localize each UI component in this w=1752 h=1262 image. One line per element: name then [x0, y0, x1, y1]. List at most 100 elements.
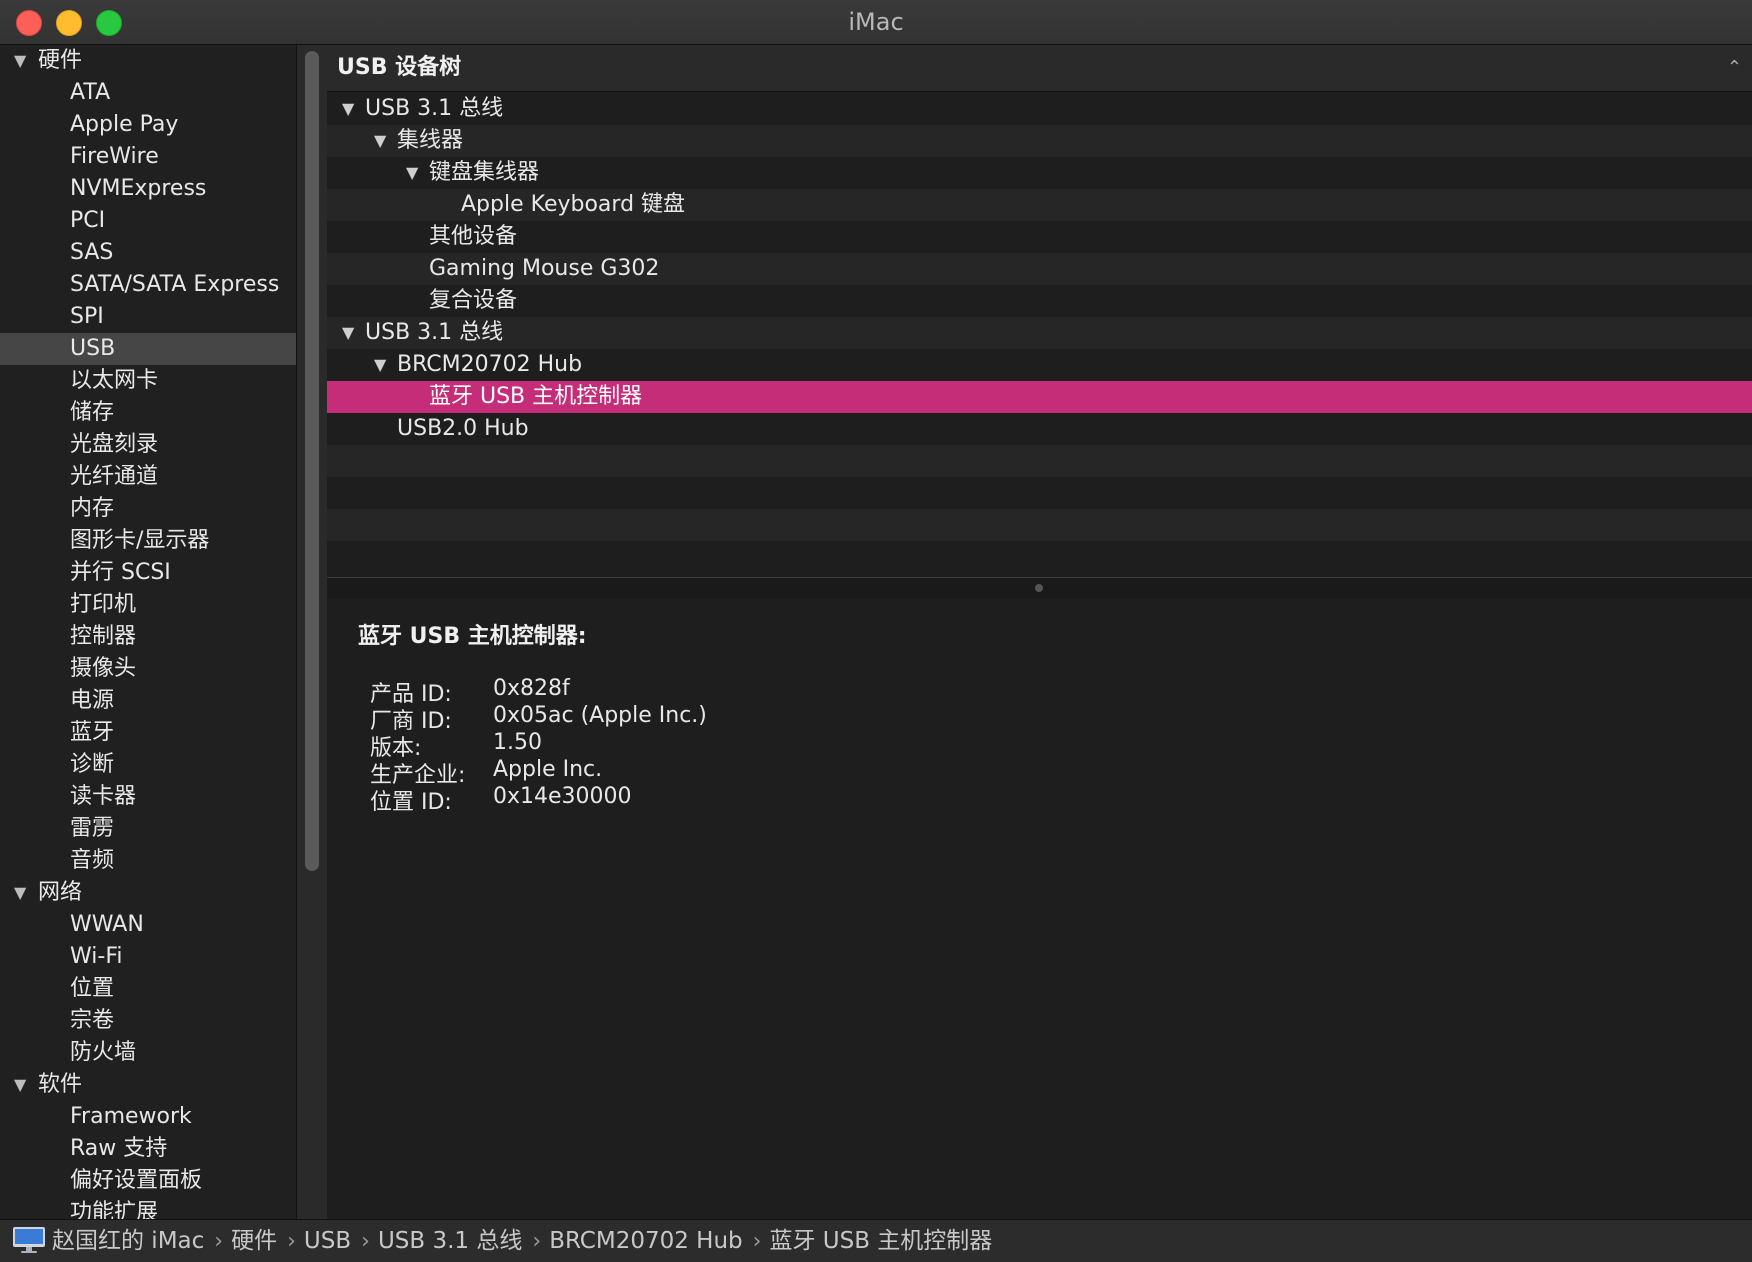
sidebar-scrollbar[interactable] [296, 45, 328, 1219]
sidebar-item-label: ATA [70, 80, 111, 105]
disclosure-triangle-icon[interactable]: ▼ [374, 349, 386, 381]
breadcrumb-item[interactable]: 赵国红的 iMac [52, 1220, 204, 1262]
sidebar-item[interactable]: 读卡器 [0, 781, 296, 813]
sidebar-item-label: 雷雳 [70, 816, 115, 841]
title-bar: iMac [0, 0, 1752, 45]
tree-row-label: USB 3.1 总线 [365, 320, 504, 345]
sidebar-item[interactable]: 光盘刻录 [0, 429, 296, 461]
tree-row[interactable]: 蓝牙 USB 主机控制器 [327, 381, 1752, 413]
sidebar-item[interactable]: 音频 [0, 845, 296, 877]
breadcrumb-item[interactable]: 硬件 [231, 1220, 277, 1262]
tree-header-label: USB 设备树 [337, 55, 462, 80]
sidebar-item-label: 摄像头 [70, 656, 137, 681]
sidebar-item[interactable]: ATA [0, 77, 296, 109]
sidebar-item[interactable]: SATA/SATA Express [0, 269, 296, 301]
sidebar-item[interactable]: 打印机 [0, 589, 296, 621]
sidebar-item-label: 功能扩展 [70, 1200, 159, 1219]
tree-row[interactable]: Apple Keyboard 键盘 [327, 189, 1752, 221]
disclosure-triangle-icon[interactable]: ▼ [342, 317, 354, 349]
tree-row-label: 其他设备 [429, 224, 518, 249]
sidebar-item-label: 位置 [70, 976, 115, 1001]
sidebar-item[interactable]: 摄像头 [0, 653, 296, 685]
sidebar-item[interactable]: PCI [0, 205, 296, 237]
sidebar-item[interactable]: 图形卡/显示器 [0, 525, 296, 557]
pane-splitter[interactable] [327, 577, 1752, 599]
disclosure-triangle-icon[interactable]: ▼ [406, 157, 418, 189]
sidebar-item[interactable]: 蓝牙 [0, 717, 296, 749]
sidebar-section-header[interactable]: ▼ 硬件 [0, 45, 296, 77]
disclosure-triangle-icon[interactable]: ▼ [374, 125, 386, 157]
tree-row-label: 蓝牙 USB 主机控制器 [429, 384, 643, 409]
tree-row[interactable]: 其他设备 [327, 221, 1752, 253]
chevron-right-icon: › [287, 1229, 296, 1254]
sidebar-item[interactable]: 并行 SCSI [0, 557, 296, 589]
tree-row[interactable]: ▼ 键盘集线器 [327, 157, 1752, 189]
sidebar-item[interactable]: USB [0, 333, 296, 365]
disclosure-triangle-icon[interactable]: ▼ [14, 1069, 26, 1101]
sidebar-item-label: NVMExpress [70, 176, 207, 201]
tree-row[interactable]: ▼ BRCM20702 Hub [327, 349, 1752, 381]
disclosure-triangle-icon[interactable]: ▼ [14, 877, 26, 909]
sidebar-item[interactable]: FireWire [0, 141, 296, 173]
sidebar-item-label: 图形卡/显示器 [70, 528, 210, 553]
tree-row-label: Gaming Mouse G302 [429, 256, 660, 281]
sidebar-item[interactable]: Raw 支持 [0, 1133, 296, 1165]
sidebar-item[interactable]: 储存 [0, 397, 296, 429]
sidebar-item[interactable]: 位置 [0, 973, 296, 1005]
splitter-handle[interactable] [1035, 584, 1043, 592]
sidebar-section-header[interactable]: ▼ 网络 [0, 877, 296, 909]
sidebar-item[interactable]: Apple Pay [0, 109, 296, 141]
sidebar-item-label: SPI [70, 304, 104, 329]
sidebar-item[interactable]: 偏好设置面板 [0, 1165, 296, 1197]
usb-device-tree: USB 设备树 ⌃ ▼ USB 3.1 总线 ▼ 集线器 ▼ 键盘集线器 Apple Key… [327, 45, 1752, 577]
sidebar-item[interactable]: Wi-Fi [0, 941, 296, 973]
sidebar-item[interactable]: 以太网卡 [0, 365, 296, 397]
tree-empty-row [327, 445, 1752, 477]
tree-row-label: 复合设备 [429, 288, 518, 313]
sidebar-item[interactable]: SAS [0, 237, 296, 269]
tree-row[interactable]: USB2.0 Hub [327, 413, 1752, 445]
sidebar-item[interactable]: 光纤通道 [0, 461, 296, 493]
breadcrumb-item[interactable]: 蓝牙 USB 主机控制器 [769, 1220, 992, 1262]
property-value: 1.50 [493, 730, 542, 755]
tree-row[interactable]: 复合设备 [327, 285, 1752, 317]
sidebar-item-label: 内存 [70, 496, 115, 521]
sidebar-scroll-thumb[interactable] [305, 51, 319, 871]
disclosure-triangle-icon[interactable]: ▼ [14, 45, 26, 77]
sidebar-item[interactable]: 诊断 [0, 749, 296, 781]
sidebar-item[interactable]: SPI [0, 301, 296, 333]
breadcrumb-item[interactable]: BRCM20702 Hub [549, 1220, 742, 1262]
sidebar-item[interactable]: 电源 [0, 685, 296, 717]
sidebar-item[interactable]: 控制器 [0, 621, 296, 653]
tree-row-label: Apple Keyboard 键盘 [461, 192, 686, 217]
sidebar-item-label: 蓝牙 [70, 720, 115, 745]
breadcrumb-item[interactable]: USB 3.1 总线 [378, 1220, 522, 1262]
chevron-up-icon[interactable]: ⌃ [1727, 45, 1742, 91]
sidebar-item-label: 读卡器 [70, 784, 137, 809]
tree-row[interactable]: ▼ USB 3.1 总线 [327, 93, 1752, 125]
sidebar-item[interactable]: 防火墙 [0, 1037, 296, 1069]
sidebar-item[interactable]: 内存 [0, 493, 296, 525]
status-bar: 赵国红的 iMac › 硬件 › USB › USB 3.1 总线 › BRCM20702 Hu… [0, 1219, 1752, 1262]
sidebar-item-label: 光纤通道 [70, 464, 159, 489]
sidebar-item[interactable]: WWAN [0, 909, 296, 941]
property-value: Apple Inc. [493, 757, 603, 782]
sidebar-item-label: 软件 [38, 1072, 83, 1097]
detail-title: 蓝牙 USB 主机控制器: [358, 624, 587, 649]
sidebar-section-header[interactable]: ▼ 软件 [0, 1069, 296, 1101]
sidebar-item[interactable]: 雷雳 [0, 813, 296, 845]
sidebar-item[interactable]: 宗卷 [0, 1005, 296, 1037]
property-key: 位置 ID: [370, 790, 452, 815]
sidebar-item[interactable]: NVMExpress [0, 173, 296, 205]
sidebar-item[interactable]: Framework [0, 1101, 296, 1133]
tree-row[interactable]: ▼ USB 3.1 总线 [327, 317, 1752, 349]
sidebar-item[interactable]: 功能扩展 [0, 1197, 296, 1219]
sidebar-item-label: 宗卷 [70, 1008, 115, 1033]
window-title: iMac [848, 8, 904, 36]
tree-row[interactable]: Gaming Mouse G302 [327, 253, 1752, 285]
tree-row-label: 集线器 [397, 128, 464, 153]
tree-header[interactable]: USB 设备树 ⌃ [327, 45, 1752, 92]
disclosure-triangle-icon[interactable]: ▼ [342, 93, 354, 125]
breadcrumb-item[interactable]: USB [304, 1220, 351, 1262]
tree-row[interactable]: ▼ 集线器 [327, 125, 1752, 157]
